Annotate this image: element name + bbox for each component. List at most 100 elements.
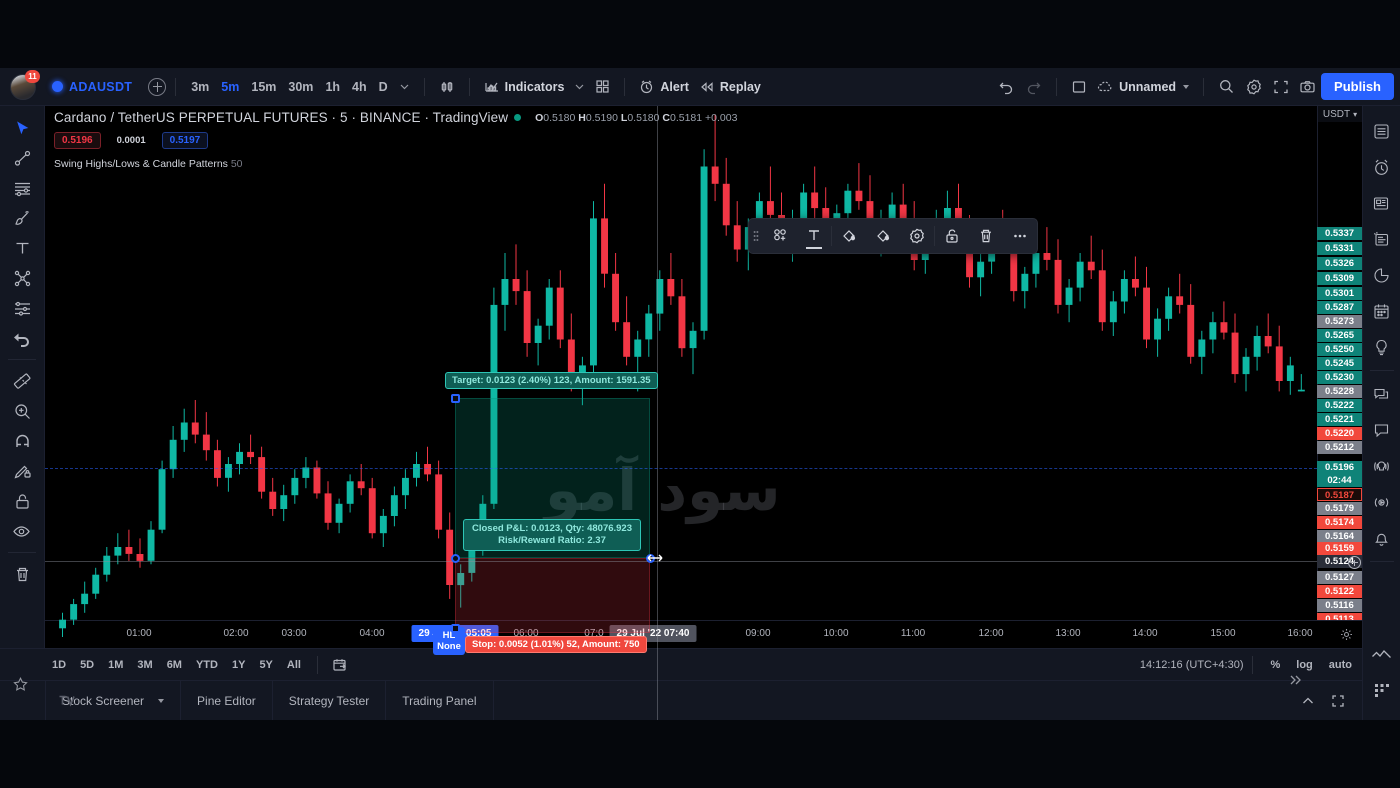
price-label: 0.5331 — [1317, 242, 1362, 255]
templates-button[interactable] — [590, 74, 615, 100]
indicators-button[interactable]: Indicators — [479, 74, 570, 100]
settings-button[interactable] — [1240, 74, 1268, 100]
price-label: 0.5196 — [1317, 461, 1362, 474]
bid-price-line — [45, 468, 1317, 469]
position-pnl-label[interactable]: Closed P&L: 0.0123, Qty: 48076.923 Risk/… — [463, 519, 641, 551]
private-chat-panel-button[interactable] — [1367, 412, 1397, 448]
toolbar-divider — [8, 552, 36, 553]
news-panel-button[interactable] — [1367, 185, 1397, 221]
add-symbol-button[interactable] — [148, 77, 167, 96]
hotlist-panel-button[interactable] — [1367, 257, 1397, 293]
search-button[interactable] — [1213, 74, 1240, 100]
price-label: 02:44 — [1317, 474, 1362, 487]
broadcast-panel-button[interactable] — [1367, 448, 1397, 484]
crosshair-vertical — [657, 106, 658, 720]
settings-button[interactable] — [900, 219, 934, 253]
indicator-value: 50 — [230, 158, 243, 170]
notification-badge: 11 — [25, 69, 40, 83]
indicator-legend[interactable]: Swing Highs/Lows & Candle Patterns 50 — [54, 158, 737, 170]
price-label: 0.5265 — [1317, 329, 1362, 342]
price-label: 0.5220 — [1317, 427, 1362, 440]
text-tool[interactable] — [5, 233, 39, 263]
position-stop-handle[interactable] — [451, 624, 460, 633]
auto-scale-button[interactable]: auto — [1321, 656, 1360, 674]
time-axis-settings-icon[interactable] — [1340, 628, 1353, 646]
patterns-tool[interactable] — [5, 263, 39, 293]
user-avatar[interactable]: 11 — [10, 69, 40, 100]
stream-panel-button[interactable] — [1367, 484, 1397, 520]
cursor-tool[interactable] — [5, 113, 39, 143]
chart-pattern-panel-button[interactable] — [1367, 636, 1397, 672]
replay-button[interactable]: Replay — [694, 74, 766, 100]
calendar-panel-button[interactable] — [1367, 293, 1397, 329]
price-scale-currency[interactable]: USDT ▾ — [1318, 106, 1362, 122]
expand-right-panel-button[interactable] — [1285, 670, 1305, 690]
timeframe-3m[interactable]: 3m — [185, 76, 215, 98]
price-label: 0.5212 — [1317, 441, 1362, 454]
position-entry-handle-top[interactable] — [451, 394, 460, 403]
drawing-float-toolbar — [748, 218, 1038, 254]
tradingview-logo-icon — [58, 692, 78, 708]
publish-button[interactable]: Publish — [1321, 73, 1394, 100]
undo-tool[interactable] — [5, 323, 39, 353]
timeframe-4h[interactable]: 4h — [346, 76, 373, 98]
indicators-chevron-button[interactable] — [569, 74, 590, 100]
remove-drawings-tool[interactable] — [5, 559, 39, 589]
background-color-button[interactable] — [832, 219, 866, 253]
hide-drawings-tool[interactable] — [5, 516, 39, 546]
snapshot-button[interactable] — [1294, 74, 1321, 100]
ask-pill[interactable]: 0.5197 — [161, 132, 209, 149]
clone-drawing-button[interactable] — [763, 219, 797, 253]
position-stop-zone[interactable] — [455, 558, 650, 633]
ideas-panel-button[interactable] — [1367, 329, 1397, 365]
layout-select-button[interactable] — [1066, 74, 1092, 100]
magnet-tool[interactable] — [5, 426, 39, 456]
bid-pill[interactable]: 0.5196 — [54, 132, 101, 149]
delete-button[interactable] — [969, 219, 1003, 253]
zoom-tool[interactable] — [5, 396, 39, 426]
saved-layout-button[interactable]: Unnamed — [1092, 74, 1194, 100]
redo-button[interactable] — [1020, 74, 1047, 100]
drawing-mode-tool[interactable] — [5, 456, 39, 486]
measure-tool[interactable] — [5, 366, 39, 396]
border-color-button[interactable] — [866, 219, 900, 253]
timeframe-1h[interactable]: 1h — [319, 76, 346, 98]
undo-button[interactable] — [993, 74, 1020, 100]
position-stop-label[interactable]: Stop: 0.0052 (1.01%) 52, Amount: 750 — [465, 636, 647, 653]
tradingview-app: 11 ADAUSDT 3m 5m 15m 30m 1h 4h D Indicat… — [0, 0, 1400, 788]
notifications-panel-button[interactable] — [1367, 520, 1397, 556]
timeframe-15m[interactable]: 15m — [245, 76, 282, 98]
position-target-label[interactable]: Target: 0.0123 (2.40%) 123, Amount: 1591… — [445, 372, 658, 389]
timeframe-5m[interactable]: 5m — [215, 76, 245, 98]
timeframe-D[interactable]: D — [373, 76, 394, 98]
expand-panel-button[interactable] — [1326, 688, 1350, 714]
chart-canvas-area[interactable]: Target: 0.0123 (2.40%) 123, Amount: 1591… — [45, 106, 1362, 720]
timeframe-more-button[interactable] — [394, 74, 415, 100]
lock-button[interactable] — [935, 219, 969, 253]
add-order-plus-icon[interactable] — [1348, 556, 1361, 569]
price-label: 0.5122 — [1317, 585, 1362, 598]
favorites-bottom-icon[interactable] — [12, 676, 29, 698]
data-window-panel-button[interactable] — [1367, 221, 1397, 257]
chart-style-button[interactable] — [434, 74, 460, 100]
symbol-label: ADAUSDT — [69, 79, 133, 94]
alerts-panel-button[interactable] — [1367, 149, 1397, 185]
brush-tool[interactable] — [5, 203, 39, 233]
alert-button[interactable]: Alert — [634, 74, 693, 100]
horizontal-lines-tool[interactable] — [5, 173, 39, 203]
object-tree-panel-button[interactable] — [1367, 672, 1397, 708]
timeframe-30m[interactable]: 30m — [282, 76, 319, 98]
watchlist-panel-button[interactable] — [1367, 113, 1397, 149]
public-chat-panel-button[interactable] — [1367, 376, 1397, 412]
position-entry-handle-mid[interactable] — [451, 554, 460, 563]
position-hl-badge[interactable]: HL None — [433, 627, 465, 655]
symbol-search-button[interactable]: ADAUSDT — [46, 73, 138, 101]
more-button[interactable] — [1003, 219, 1037, 253]
fullscreen-button[interactable] — [1268, 74, 1294, 100]
trend-line-tool[interactable] — [5, 143, 39, 173]
lock-drawings-tool[interactable] — [5, 486, 39, 516]
chart-title: Cardano / TetherUS PERPETUAL FUTURES · 5… — [54, 110, 509, 125]
prediction-tool[interactable] — [5, 293, 39, 323]
drag-handle[interactable] — [749, 227, 763, 245]
text-style-button[interactable] — [797, 219, 831, 253]
